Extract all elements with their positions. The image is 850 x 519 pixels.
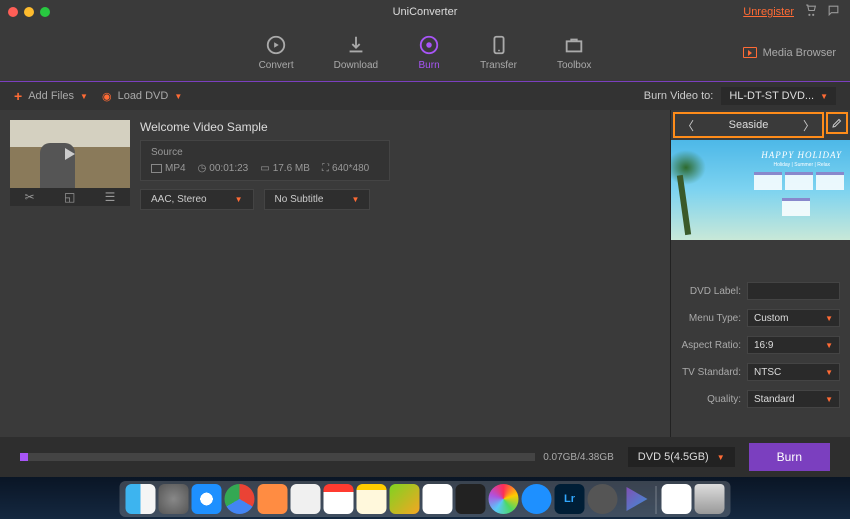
tab-burn[interactable]: Burn bbox=[418, 34, 440, 71]
dock-app-icon[interactable] bbox=[258, 484, 288, 514]
main-tabs: Convert Download Burn Transfer Toolbox M… bbox=[0, 24, 850, 82]
pencil-icon bbox=[831, 117, 843, 129]
video-metadata: Source MP4 ◷00:01:23 ▭17.6 MB ⛶640*480 bbox=[140, 140, 390, 181]
chevron-down-icon: ▼ bbox=[351, 195, 359, 204]
video-title: Welcome Video Sample bbox=[140, 120, 660, 134]
dock-settings-icon[interactable] bbox=[588, 484, 618, 514]
chevron-down-icon: ▼ bbox=[825, 395, 833, 404]
dvd-label-label: DVD Label: bbox=[681, 286, 741, 297]
tab-toolbox[interactable]: Toolbox bbox=[557, 34, 591, 71]
aspect-ratio-select[interactable]: 16:9▼ bbox=[747, 336, 840, 354]
crop-icon[interactable]: ◱ bbox=[64, 190, 75, 204]
quality-label: Quality: bbox=[681, 394, 741, 405]
load-dvd-button[interactable]: ◉ Load DVD ▼ bbox=[102, 90, 182, 103]
add-files-button[interactable]: + Add Files ▼ bbox=[14, 88, 88, 104]
source-label: Source bbox=[151, 147, 379, 158]
quality-select[interactable]: Standard▼ bbox=[747, 390, 840, 408]
tab-download[interactable]: Download bbox=[334, 34, 378, 71]
subtitle-select[interactable]: No Subtitle ▼ bbox=[264, 189, 371, 210]
format-icon bbox=[151, 164, 162, 173]
unregister-link[interactable]: Unregister bbox=[743, 6, 794, 18]
maximize-window-button[interactable] bbox=[40, 7, 50, 17]
dock-terminal-icon[interactable] bbox=[456, 484, 486, 514]
window-titlebar: UniConverter Unregister bbox=[0, 0, 850, 24]
message-icon[interactable] bbox=[827, 4, 840, 20]
chevron-down-icon: ▼ bbox=[80, 92, 88, 101]
action-bar: + Add Files ▼ ◉ Load DVD ▼ Burn Video to… bbox=[0, 82, 850, 110]
media-browser-button[interactable]: Media Browser bbox=[743, 47, 836, 59]
chevron-down-icon: ▼ bbox=[717, 453, 725, 462]
template-name: Seaside bbox=[701, 119, 796, 131]
menu-type-label: Menu Type: bbox=[681, 313, 741, 324]
dock-notes-icon[interactable] bbox=[357, 484, 387, 514]
chevron-down-icon: ▼ bbox=[820, 92, 828, 101]
dock-app-icon[interactable] bbox=[489, 484, 519, 514]
tab-convert[interactable]: Convert bbox=[259, 34, 294, 71]
dock-photos-icon[interactable] bbox=[423, 484, 453, 514]
menu-type-select[interactable]: Custom▼ bbox=[747, 309, 840, 327]
dock-app-icon[interactable] bbox=[291, 484, 321, 514]
dock-lightroom-icon[interactable]: Lr bbox=[555, 484, 585, 514]
tab-transfer[interactable]: Transfer bbox=[480, 34, 517, 71]
dock-maps-icon[interactable] bbox=[390, 484, 420, 514]
dock-launchpad-icon[interactable] bbox=[159, 484, 189, 514]
minimize-window-button[interactable] bbox=[24, 7, 34, 17]
tv-standard-label: TV Standard: bbox=[681, 367, 741, 378]
audio-track-select[interactable]: AAC, Stereo ▼ bbox=[140, 189, 254, 210]
macos-dock: Lr bbox=[120, 481, 731, 517]
size-progress-bar bbox=[20, 453, 535, 461]
disc-icon: ◉ bbox=[102, 90, 112, 103]
thumbnail-toolbar: ✂ ◱ ☰ bbox=[10, 188, 130, 206]
video-card: ✂ ◱ ☰ Welcome Video Sample Source MP4 ◷0… bbox=[0, 110, 670, 220]
desktop-background: Lr bbox=[0, 477, 850, 519]
plus-icon: + bbox=[14, 88, 22, 104]
dock-appstore-icon[interactable] bbox=[522, 484, 552, 514]
chevron-down-icon: ▼ bbox=[174, 92, 182, 101]
cart-icon[interactable] bbox=[804, 4, 817, 20]
tv-standard-select[interactable]: NTSC▼ bbox=[747, 363, 840, 381]
video-thumbnail[interactable] bbox=[10, 120, 130, 188]
dock-separator bbox=[656, 486, 657, 514]
media-browser-icon bbox=[743, 47, 757, 58]
size-progress-text: 0.07GB/4.38GB bbox=[543, 452, 614, 463]
disc-type-select[interactable]: DVD 5(4.5GB) ▼ bbox=[628, 447, 735, 467]
burn-button[interactable]: Burn bbox=[749, 443, 830, 471]
dock-finder-icon[interactable] bbox=[126, 484, 156, 514]
template-prev-button[interactable]: 〈 bbox=[675, 117, 701, 134]
traffic-lights bbox=[8, 7, 50, 17]
chevron-down-icon: ▼ bbox=[825, 341, 833, 350]
chevron-down-icon: ▼ bbox=[235, 195, 243, 204]
template-selector: 〈 Seaside 〉 bbox=[673, 112, 824, 138]
burn-settings-panel: 〈 Seaside 〉 HAPPY HOLIDAY Holiday | Summ… bbox=[670, 110, 850, 440]
window-title: UniConverter bbox=[393, 6, 458, 18]
chevron-down-icon: ▼ bbox=[825, 314, 833, 323]
dock-chrome-icon[interactable] bbox=[225, 484, 255, 514]
dock-document-icon[interactable] bbox=[662, 484, 692, 514]
file-icon: ▭ bbox=[260, 163, 269, 174]
adjust-icon[interactable]: ☰ bbox=[105, 190, 116, 204]
aspect-ratio-label: Aspect Ratio: bbox=[681, 340, 741, 351]
video-list-panel: ✂ ◱ ☰ Welcome Video Sample Source MP4 ◷0… bbox=[0, 110, 670, 440]
dock-calendar-icon[interactable] bbox=[324, 484, 354, 514]
close-window-button[interactable] bbox=[8, 7, 18, 17]
bottom-bar: 0.07GB/4.38GB DVD 5(4.5GB) ▼ Burn bbox=[0, 437, 850, 477]
dock-safari-icon[interactable] bbox=[192, 484, 222, 514]
trim-icon[interactable]: ✂ bbox=[25, 190, 35, 204]
template-banner-title: HAPPY HOLIDAY bbox=[761, 150, 842, 160]
burn-to-label: Burn Video to: bbox=[644, 90, 714, 102]
drive-select[interactable]: HL-DT-ST DVD... ▼ bbox=[721, 87, 836, 105]
chevron-down-icon: ▼ bbox=[825, 368, 833, 377]
dock-trash-icon[interactable] bbox=[695, 484, 725, 514]
resolution-icon: ⛶ bbox=[322, 163, 329, 174]
template-next-button[interactable]: 〉 bbox=[796, 117, 822, 134]
edit-template-button[interactable] bbox=[826, 112, 848, 134]
dvd-label-input[interactable] bbox=[747, 282, 840, 300]
dock-play-icon[interactable] bbox=[621, 484, 651, 514]
template-preview[interactable]: HAPPY HOLIDAY Holiday | Summer | Relax bbox=[671, 140, 850, 240]
clock-icon: ◷ bbox=[198, 163, 207, 174]
